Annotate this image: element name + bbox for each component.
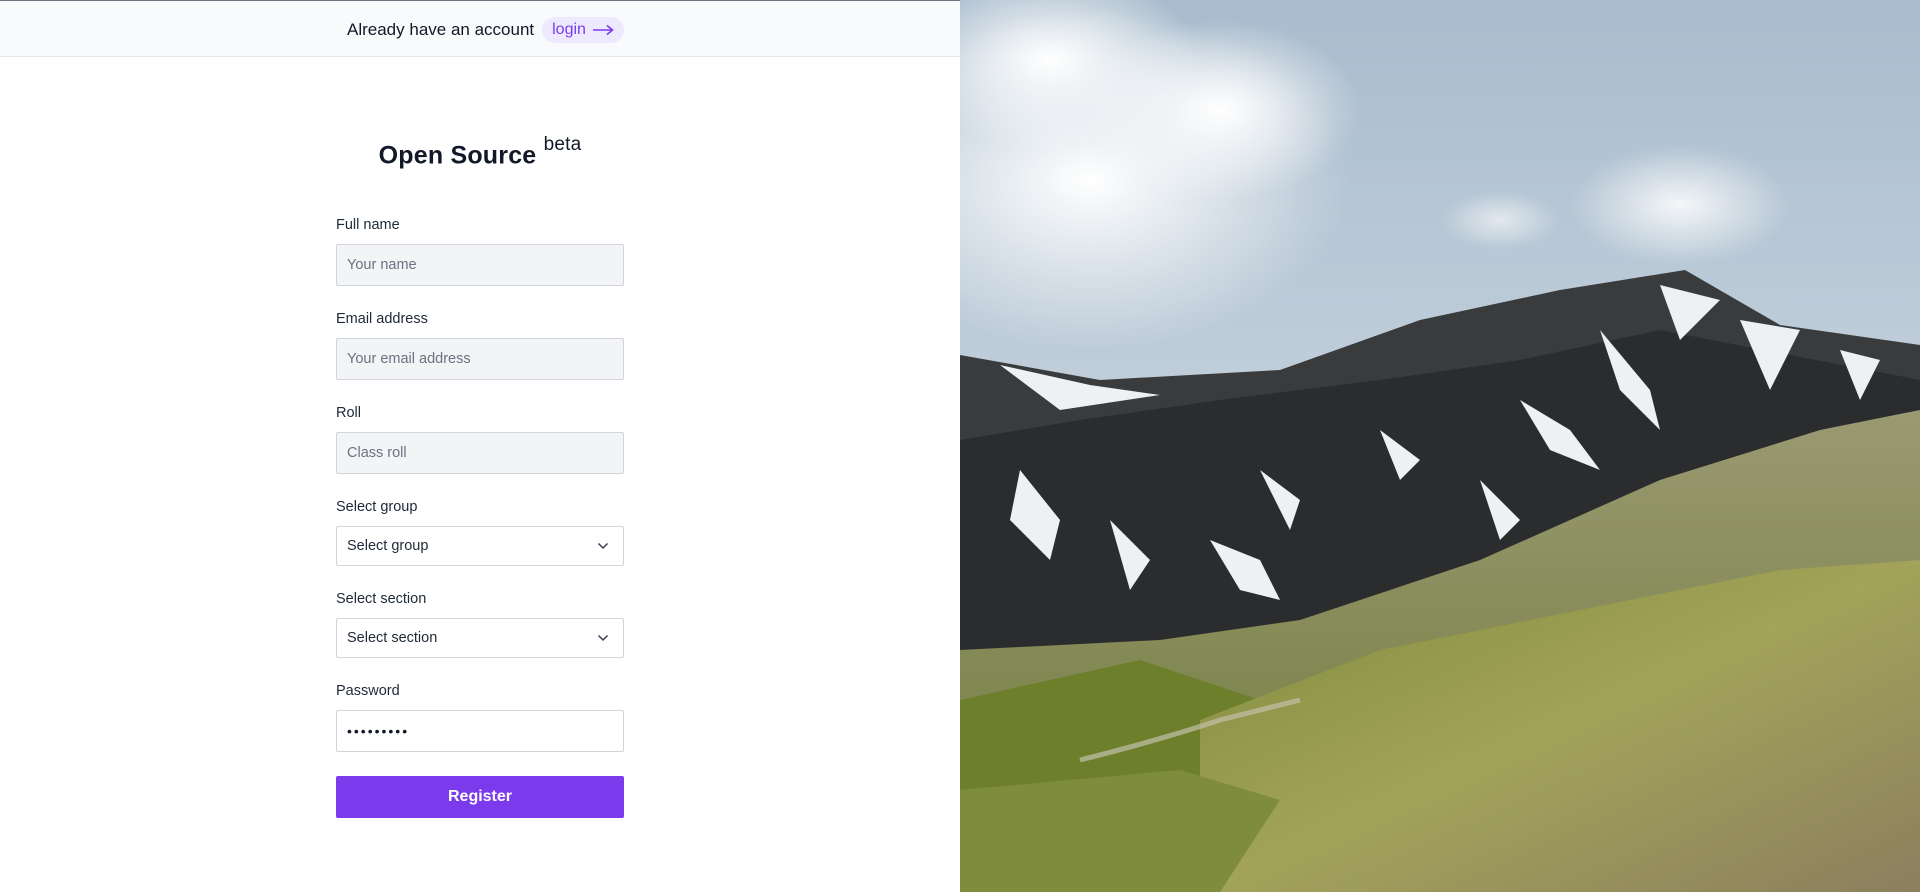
- login-link[interactable]: login: [542, 17, 624, 43]
- arrow-right-icon: [592, 24, 614, 35]
- roll-input[interactable]: [336, 432, 624, 474]
- roll-label: Roll: [336, 405, 361, 421]
- brand-title: Open Source beta: [336, 134, 624, 170]
- group-select[interactable]: Select group: [336, 526, 624, 566]
- registration-pane: Already have an account login Open Sourc…: [0, 0, 960, 892]
- password-input[interactable]: [336, 710, 624, 752]
- landscape-illustration: [960, 0, 1920, 892]
- email-input[interactable]: [336, 338, 624, 380]
- email-label: Email address: [336, 311, 428, 327]
- mountain-landscape-image: [960, 0, 1920, 892]
- password-label: Password: [336, 683, 400, 699]
- section-label: Select section: [336, 591, 427, 607]
- group-label: Select group: [336, 499, 418, 515]
- top-bar: Already have an account login: [0, 0, 960, 57]
- login-label: login: [552, 20, 586, 38]
- full-name-input[interactable]: [336, 244, 624, 286]
- full-name-label: Full name: [336, 217, 400, 233]
- register-button[interactable]: Register: [336, 776, 624, 818]
- account-prompt-text: Already have an account: [347, 20, 535, 39]
- beta-badge: beta: [543, 134, 582, 155]
- group-select-value: Select group: [347, 538, 429, 554]
- chevron-down-icon: [597, 542, 609, 550]
- account-prompt: Already have an account login: [347, 17, 624, 43]
- brand-name: Open Source: [378, 141, 537, 170]
- chevron-down-icon: [597, 634, 609, 642]
- section-select[interactable]: Select section: [336, 618, 624, 658]
- section-select-value: Select section: [347, 630, 438, 646]
